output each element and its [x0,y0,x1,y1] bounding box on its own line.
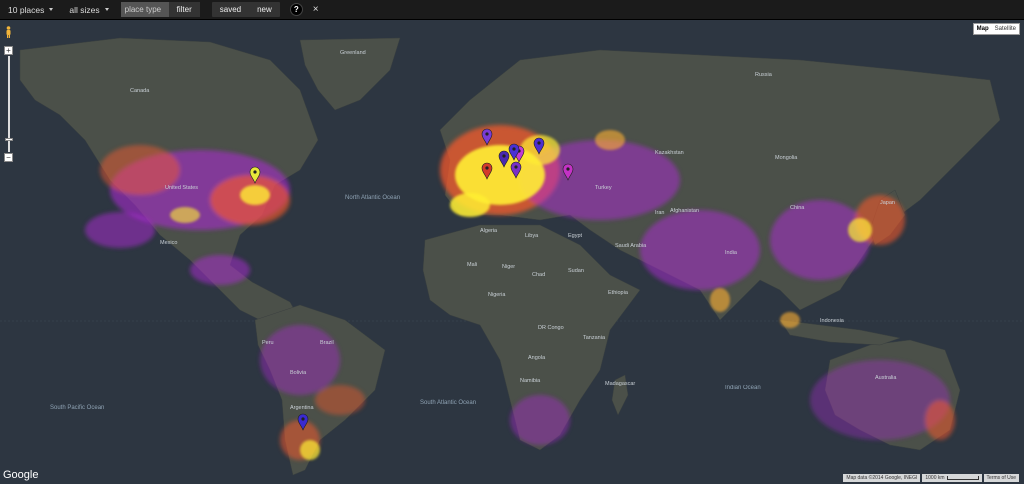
marker-pin-icon[interactable] [533,137,545,155]
marker-dot [514,165,518,169]
marker-pin-icon[interactable] [498,150,510,168]
marker-pin-icon[interactable] [297,413,309,431]
sizes-label: all sizes [69,4,100,15]
google-logo[interactable]: Google [3,469,38,481]
zoom-control: + − [4,46,13,162]
map-button[interactable]: Map [974,24,992,34]
terms-of-use-link[interactable]: Terms of Use [983,474,1019,482]
marker-dot [512,147,516,151]
map-data-text: Map data ©2014 Google, INEGI [843,474,921,482]
markers [249,128,574,431]
map-attribution: Map data ©2014 Google, INEGI 1000 km Ter… [843,474,1019,482]
marker-dot [253,170,257,174]
map-marker-paris[interactable] [481,128,493,146]
marker-pin-icon[interactable] [481,162,493,180]
marker-pin-icon[interactable] [249,166,261,184]
scale-bar: 1000 km [922,474,982,482]
photo-heatmap-app: 10 places all sizes place type filter sa… [0,0,1024,484]
places-dropdown[interactable]: 10 places [0,0,61,20]
places-label: 10 places [8,4,45,15]
marker-dot [502,154,506,158]
zoom-slider[interactable] [4,56,13,152]
zoom-out-button[interactable]: − [4,153,13,162]
sizes-dropdown[interactable]: all sizes [61,0,116,20]
marker-dot [537,141,541,145]
marker-dot [485,166,489,170]
close-button[interactable]: × [313,4,319,15]
place-type-input[interactable]: place type [120,2,169,17]
zoom-in-button[interactable]: + [4,46,13,55]
marker-dot [485,132,489,136]
map-marker-buenos-aires[interactable] [297,413,309,431]
marker-layer [249,128,574,431]
pegman-icon[interactable] [5,26,12,38]
chevron-down-icon [49,8,54,11]
scale-label: 1000 km [925,475,945,481]
saved-new-group: saved new [211,2,280,17]
map-marker-barcelona[interactable] [481,162,493,180]
filter-button[interactable]: filter [168,2,200,17]
help-button[interactable]: ? [289,3,303,16]
saved-button[interactable]: saved [212,2,249,17]
scale-line [946,476,979,480]
map-marker-vienna[interactable] [510,161,522,179]
marker-pin-icon[interactable] [562,163,574,181]
zoom-slider-thumb[interactable] [4,138,13,141]
map-marker-istanbul[interactable] [562,163,574,181]
marker-dot [301,417,305,421]
map-marker-budapest[interactable] [533,137,545,155]
marker-pin-icon[interactable] [510,161,522,179]
satellite-button[interactable]: Satellite [992,24,1019,34]
toolbar: 10 places all sizes place type filter sa… [0,0,1024,20]
new-button[interactable]: new [249,2,280,17]
marker-dot [566,167,570,171]
chevron-down-icon [104,8,109,11]
map-marker-new-york[interactable] [249,166,261,184]
map-type-control: Map Satellite [972,23,1020,35]
map-marker-rome[interactable] [498,150,510,168]
marker-pin-icon[interactable] [481,128,493,146]
